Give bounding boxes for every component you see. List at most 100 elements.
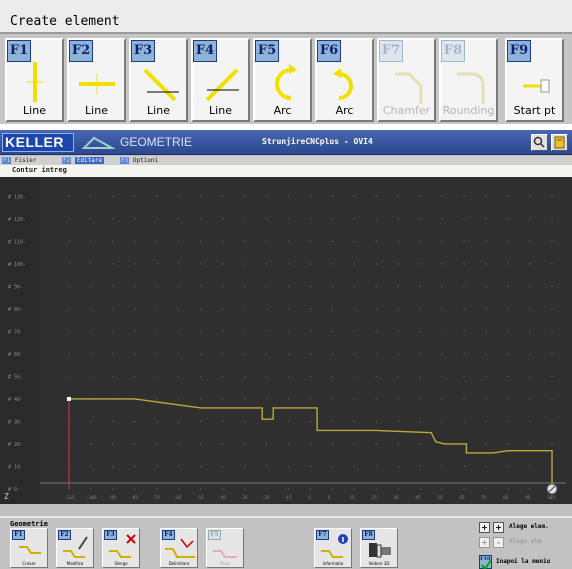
- y-tick-label: # 60-: [8, 352, 23, 358]
- back-to-menu-button[interactable]: F10: [479, 555, 492, 569]
- modify-button[interactable]: F2 Modifica: [56, 528, 94, 568]
- grid-dot: [68, 353, 70, 355]
- grid-dot: [134, 330, 136, 333]
- grid-dot: [529, 398, 531, 400]
- grid-dot: [199, 285, 202, 288]
- grid-dot: [507, 443, 509, 445]
- grid-dot: [287, 240, 290, 243]
- menu-editare[interactable]: F2 Editare: [62, 156, 105, 165]
- y-tick-label: # 80-: [8, 307, 23, 313]
- grid-dot: [353, 308, 356, 310]
- grid-dot: [353, 263, 356, 265]
- f1-line-vertical-button[interactable]: F1 Line: [5, 38, 64, 122]
- help-book-icon: [554, 136, 565, 149]
- grid-dot: [485, 375, 487, 378]
- contour-plot[interactable]: # 130- # 120- # 110- # 100- # 90- # 80- # 70- #…: [0, 177, 572, 504]
- grid-dot: [309, 375, 312, 378]
- menu-optiuni-key: F3: [120, 157, 130, 164]
- grid-dot: [134, 443, 136, 445]
- grid-dot: [375, 195, 378, 198]
- search-button[interactable]: [531, 134, 548, 151]
- menu-editare-label: Editare: [74, 157, 105, 164]
- menu-fisier[interactable]: F1 Fisier: [2, 156, 37, 165]
- grid-dot: [441, 353, 444, 355]
- x-tick-label: 45: [415, 495, 421, 501]
- grid-dot: [199, 263, 202, 265]
- f5-arc-cw-button[interactable]: F5 Arc: [253, 38, 312, 122]
- y-ruler: [0, 177, 40, 504]
- grid-dot: [309, 330, 312, 333]
- start-point-marker: [66, 396, 71, 401]
- x-tick-label: -55: [196, 495, 204, 501]
- grid-dot: [375, 398, 378, 400]
- select-alt-add-button[interactable]: +: [479, 537, 490, 548]
- grid-dot: [419, 443, 422, 445]
- select-prev-button[interactable]: +: [479, 522, 490, 533]
- x-tick-label: 5: [327, 495, 330, 501]
- f6-arc-ccw-button[interactable]: F6 Arc: [315, 38, 374, 122]
- x-tick-label: 75: [481, 495, 487, 501]
- grid-dot: [177, 353, 180, 355]
- grid-dot: [134, 263, 136, 265]
- grid-dot: [287, 420, 290, 423]
- grid-dot: [529, 353, 531, 355]
- view-3d-button[interactable]: F8 Vedere 3D: [360, 528, 398, 568]
- f3-label: Line: [147, 104, 170, 117]
- grid-dot: [177, 398, 180, 400]
- grid-dot: [156, 353, 158, 355]
- f4-line-angled-button[interactable]: F4 Line: [191, 38, 250, 122]
- grid-dot: [287, 285, 290, 288]
- grid-dot: [287, 308, 290, 310]
- grid-dot: [375, 353, 378, 355]
- delete-button[interactable]: F3 Sterge: [102, 528, 140, 568]
- grid-dot: [134, 375, 136, 378]
- help-button[interactable]: [551, 134, 568, 151]
- grid-dot: [331, 443, 334, 445]
- grid-dot: [441, 420, 444, 423]
- grid-dot: [551, 308, 553, 310]
- grid-dot: [243, 240, 246, 243]
- grid-dot: [507, 465, 509, 468]
- grid-dot: [90, 285, 92, 288]
- grid-dot: [507, 398, 509, 400]
- grid-dot: [353, 285, 356, 288]
- y-tick-label: # 40-: [8, 397, 23, 403]
- grid-dot: [265, 398, 268, 400]
- grid-dot: [441, 488, 444, 490]
- plot-canvas[interactable]: # 130- # 120- # 110- # 100- # 90- # 80- # 70- #…: [0, 177, 572, 504]
- f9-start-point-button[interactable]: F9 Start pt: [505, 38, 564, 122]
- grid-dot: [221, 420, 224, 423]
- grid-dot: [529, 240, 531, 243]
- f7-chamfer-button[interactable]: F7 Chamfer: [377, 38, 436, 122]
- delimit-button[interactable]: F4 Delimitare: [160, 528, 198, 568]
- grid-dot: [199, 420, 202, 423]
- create-button[interactable]: F1 Creare: [10, 528, 48, 568]
- grid-dot: [507, 217, 509, 220]
- grid-dot: [265, 285, 268, 288]
- info-button[interactable]: F7 Informatie: [314, 528, 352, 568]
- f7-label: Chamfer: [382, 104, 431, 117]
- select-alt-remove-button[interactable]: -: [493, 537, 504, 548]
- grid-dot: [199, 308, 202, 310]
- menu-optiuni[interactable]: F3 Optiuni: [120, 156, 158, 165]
- f1-label: Line: [23, 104, 46, 117]
- grid-dot: [177, 217, 180, 220]
- grid-dot: [331, 217, 334, 220]
- grid-dot: [507, 375, 509, 378]
- move-button[interactable]: F5 Muta: [206, 528, 244, 568]
- grid-dot: [507, 308, 509, 310]
- title-bar: KELLER GEOMETRIE StrunjireCNCplus - OVI4: [0, 130, 572, 155]
- grid-dot: [112, 488, 114, 490]
- grid-dot: [90, 375, 92, 378]
- f3-line-angled-button[interactable]: F3 Line: [129, 38, 188, 122]
- grid-dot: [68, 375, 70, 378]
- f8-rounding-button[interactable]: F8 Rounding: [439, 38, 498, 122]
- y-tick-label: # 120-: [8, 217, 26, 223]
- f2-line-horizontal-button[interactable]: F2 Line: [67, 38, 126, 122]
- grid-dot: [199, 398, 202, 400]
- grid-dot: [90, 443, 92, 445]
- grid-dot: [441, 465, 444, 468]
- grid-dot: [243, 353, 246, 355]
- select-next-button[interactable]: +: [493, 522, 504, 533]
- window-title: StrunjireCNCplus - OVI4: [262, 137, 373, 146]
